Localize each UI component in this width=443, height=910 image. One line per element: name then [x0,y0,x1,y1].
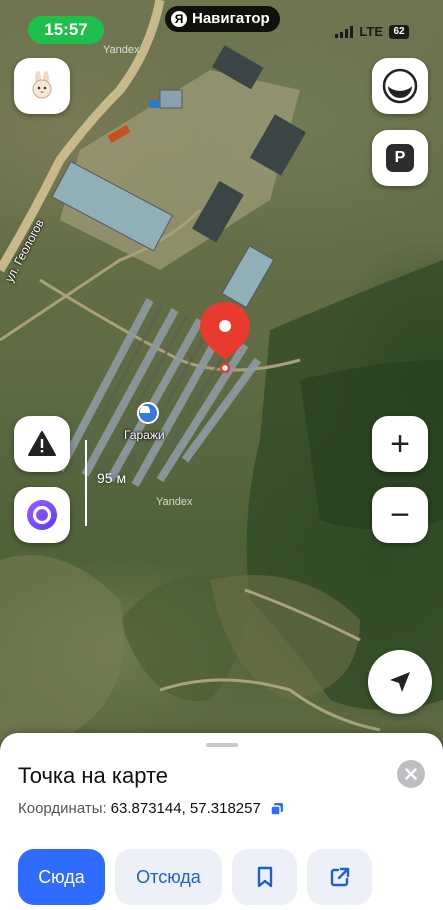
bookmark-button[interactable] [232,849,297,905]
share-button[interactable] [307,849,372,905]
map-watermark: Yandex [156,496,193,508]
signal-icon [335,25,354,38]
navigator-badge-label: Навигатор [192,10,270,27]
parking-icon: P [386,144,414,172]
point-info-sheet: Точка на карте Координаты: 63.873144, 57… [0,733,443,910]
network-label: LTE [359,24,383,39]
scale-label: 95 м [97,470,127,486]
scale-bar [85,440,87,526]
map-watermark: Yandex [103,44,140,56]
close-button[interactable] [397,760,425,788]
my-location-button[interactable] [368,650,432,714]
route-from-here-button[interactable]: Отсюда [115,849,222,905]
yandex-logo-icon: Я [171,11,187,27]
place-label[interactable]: Гаражи [124,428,165,442]
parking-button[interactable]: P [372,130,428,186]
share-icon [330,867,349,887]
sheet-title: Точка на карте [18,763,169,788]
warning-triangle-icon [28,431,56,456]
navigator-badge[interactable]: Я Навигатор [165,6,280,32]
rabbit-avatar-icon [32,71,52,99]
parking-label: P [394,149,406,166]
bookmark-icon [257,866,272,888]
action-row: Сюда Отсюда [18,849,372,905]
zoom-in-button[interactable]: + [372,416,428,472]
sheet-grabber[interactable] [206,743,238,747]
zoom-in-icon: + [390,425,410,463]
zoom-out-button[interactable]: − [372,487,428,543]
alice-button[interactable] [14,487,70,543]
battery-icon: 62 [389,24,409,39]
road-alert-button[interactable] [14,416,70,472]
close-icon [405,768,417,780]
layers-button[interactable] [372,58,428,114]
coordinates-row: Координаты: 63.873144, 57.318257 [18,800,285,817]
system-icons: LTE 62 [335,24,409,39]
garage-poi-icon[interactable] [137,402,159,424]
navigation-arrow-icon [390,672,410,692]
coordinates-value[interactable]: 63.873144, 57.318257 [111,800,261,817]
layers-icon [382,68,418,104]
route-here-button[interactable]: Сюда [18,849,105,905]
alice-assistant-icon [27,500,57,530]
location-pin[interactable] [198,300,252,376]
status-time: 15:57 [28,16,104,44]
coordinates-label: Координаты: [18,800,107,817]
zoom-out-icon: − [390,496,410,534]
profile-button[interactable] [14,58,70,114]
copy-icon[interactable] [269,801,285,817]
